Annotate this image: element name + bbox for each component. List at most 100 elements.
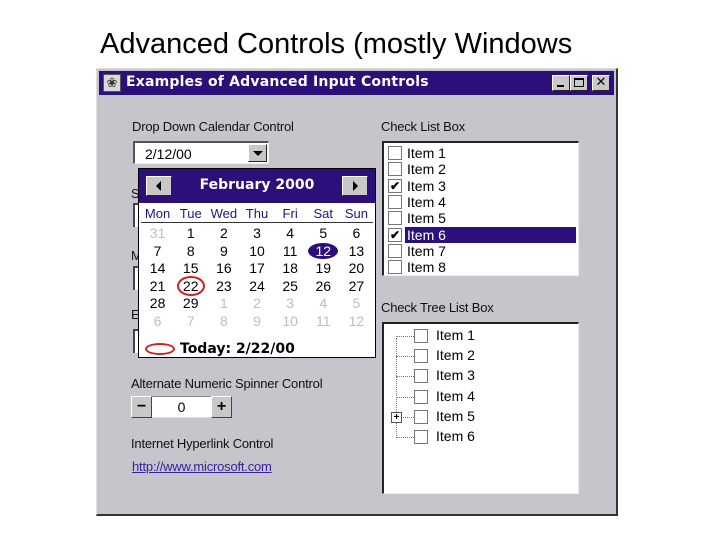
calendar-day[interactable]: 26 bbox=[307, 278, 340, 296]
minimize-button[interactable] bbox=[552, 75, 570, 91]
calendar-day[interactable]: 11 bbox=[274, 243, 307, 261]
day-number: 7 bbox=[153, 242, 162, 259]
checkbox[interactable] bbox=[388, 260, 402, 275]
today-button[interactable]: Today: 2/22/00 bbox=[145, 341, 295, 357]
checkbox[interactable] bbox=[388, 243, 402, 258]
spinner-value[interactable]: 0 bbox=[152, 396, 211, 418]
calendar-day[interactable]: 17 bbox=[240, 260, 273, 278]
tree-connector-line bbox=[396, 396, 414, 398]
calendar-day[interactable]: 10 bbox=[240, 243, 273, 261]
checkbox[interactable] bbox=[414, 409, 428, 424]
checkbox[interactable] bbox=[414, 389, 428, 404]
calendar-day[interactable]: 10 bbox=[274, 313, 307, 331]
checkbox[interactable] bbox=[388, 162, 402, 177]
calendar-day[interactable]: 6 bbox=[340, 225, 373, 243]
calendar-day-selected[interactable]: 12 bbox=[307, 242, 340, 261]
calendar-day[interactable]: 16 bbox=[207, 260, 240, 278]
calendar-day[interactable]: 13 bbox=[340, 243, 373, 261]
tree-item[interactable]: Item 6 bbox=[384, 427, 578, 447]
check-list-item[interactable]: Item 5 bbox=[386, 210, 576, 226]
check-list-item[interactable]: Item 8 bbox=[386, 259, 576, 275]
check-list-item[interactable]: ✔ Item 6 bbox=[386, 226, 576, 243]
calendar-day[interactable]: 9 bbox=[207, 243, 240, 261]
close-button[interactable]: ✕ bbox=[592, 75, 610, 91]
checkbox[interactable] bbox=[388, 146, 402, 160]
calendar-day[interactable]: 11 bbox=[307, 313, 340, 331]
tree-item[interactable]: Item 4 bbox=[384, 387, 578, 407]
calendar-day[interactable]: 8 bbox=[174, 243, 207, 261]
calendar-day[interactable]: 3 bbox=[274, 295, 307, 313]
calendar-day[interactable]: 29 bbox=[174, 295, 207, 313]
calendar-day[interactable]: 4 bbox=[274, 225, 307, 243]
checkbox[interactable] bbox=[414, 430, 428, 444]
calendar-day[interactable]: 28 bbox=[141, 295, 174, 313]
day-number: 14 bbox=[149, 260, 166, 276]
calendar-day[interactable]: 1 bbox=[174, 225, 207, 243]
calendar-day-today[interactable]: 22 bbox=[174, 275, 207, 296]
calendar-day[interactable]: 21 bbox=[141, 278, 174, 296]
check-list-item-label: Item 7 bbox=[407, 242, 446, 259]
calendar-day[interactable]: 23 bbox=[207, 278, 240, 296]
checkbox[interactable] bbox=[388, 194, 402, 209]
calendar-day[interactable]: 12 bbox=[340, 313, 373, 331]
hyperlink-label: Internet Hyperlink Control bbox=[131, 436, 274, 451]
checkbox[interactable] bbox=[388, 211, 402, 226]
calendar-day[interactable]: 9 bbox=[240, 313, 273, 331]
date-value: 2/12/00 bbox=[145, 146, 192, 162]
hyperlink[interactable]: http://www.microsoft.com bbox=[132, 459, 272, 474]
tree-item[interactable]: + Item 5 bbox=[384, 407, 578, 427]
increment-button[interactable]: + bbox=[211, 396, 232, 418]
maximize-button[interactable] bbox=[570, 75, 588, 91]
calendar-day[interactable]: 8 bbox=[207, 313, 240, 331]
decrement-button[interactable]: − bbox=[131, 396, 152, 418]
calendar-day[interactable]: 5 bbox=[307, 225, 340, 243]
checkbox[interactable] bbox=[414, 349, 428, 364]
check-list-box[interactable]: Item 1 Item 2 ✔ Item 3 Item 4 Item 5 ✔ Item 6 It… bbox=[382, 141, 579, 276]
calendar-day[interactable]: 3 bbox=[240, 225, 273, 243]
calendar-day[interactable]: 18 bbox=[274, 260, 307, 278]
calendar-day[interactable]: 7 bbox=[141, 243, 174, 261]
calendar-day[interactable]: 31 bbox=[141, 225, 174, 243]
date-combo[interactable]: 2/12/00 bbox=[133, 141, 269, 164]
calendar-day[interactable]: 2 bbox=[207, 225, 240, 243]
checkbox-checked[interactable]: ✔ bbox=[388, 178, 402, 193]
spinner-label: Alternate Numeric Spinner Control bbox=[131, 376, 323, 391]
tree-connector-line bbox=[396, 356, 414, 358]
check-list-item[interactable]: Item 7 bbox=[386, 243, 576, 259]
day-number: 8 bbox=[219, 312, 228, 329]
calendar-day[interactable]: 4 bbox=[307, 295, 340, 313]
tree-item-label: Item 2 bbox=[436, 347, 475, 364]
check-list-item[interactable]: Item 1 bbox=[386, 145, 576, 161]
calendar-day[interactable]: 5 bbox=[340, 295, 373, 313]
calendar-day[interactable]: 14 bbox=[141, 260, 174, 278]
calendar-day[interactable]: 1 bbox=[207, 295, 240, 313]
checkbox[interactable] bbox=[414, 369, 428, 384]
calendar-day[interactable]: 2 bbox=[240, 295, 273, 313]
calendar-week-row: 6 7 8 9 10 11 12 bbox=[141, 313, 373, 331]
calendar-day[interactable]: 6 bbox=[141, 313, 174, 331]
tree-item[interactable]: Item 1 bbox=[384, 326, 578, 346]
tree-item[interactable]: Item 2 bbox=[384, 346, 578, 366]
next-month-button[interactable] bbox=[342, 176, 368, 196]
calendar-control-label: Drop Down Calendar Control bbox=[132, 119, 294, 134]
checkbox-checked[interactable]: ✔ bbox=[388, 227, 402, 242]
calendar-day[interactable]: 27 bbox=[340, 278, 373, 296]
check-tree-list-box[interactable]: Item 1 Item 2 Item 3 Item 4 + Item 5 Item 6 bbox=[382, 322, 579, 494]
calendar-day[interactable]: 20 bbox=[340, 260, 373, 278]
expand-icon[interactable]: + bbox=[391, 411, 402, 423]
calendar-day[interactable]: 15 bbox=[174, 260, 207, 278]
check-list-item[interactable]: Item 4 bbox=[386, 194, 576, 210]
check-list-item[interactable]: ✔ Item 3 bbox=[386, 178, 576, 194]
calendar-day[interactable]: 19 bbox=[307, 260, 340, 278]
app-icon[interactable]: ❀ bbox=[103, 74, 121, 92]
tree-item[interactable]: Item 3 bbox=[384, 366, 578, 386]
calendar-day[interactable]: 24 bbox=[240, 278, 273, 296]
date-dropdown-button[interactable] bbox=[248, 144, 267, 162]
month-label: February 2000 bbox=[199, 177, 315, 193]
calendar-day[interactable]: 7 bbox=[174, 313, 207, 331]
check-list-item[interactable]: Item 2 bbox=[386, 161, 576, 177]
calendar-day[interactable]: 25 bbox=[274, 278, 307, 296]
checkbox[interactable] bbox=[414, 329, 428, 343]
title-bar[interactable]: ❀ Examples of Advanced Input Controls ✕ bbox=[99, 71, 614, 95]
day-number: 4 bbox=[286, 225, 295, 241]
